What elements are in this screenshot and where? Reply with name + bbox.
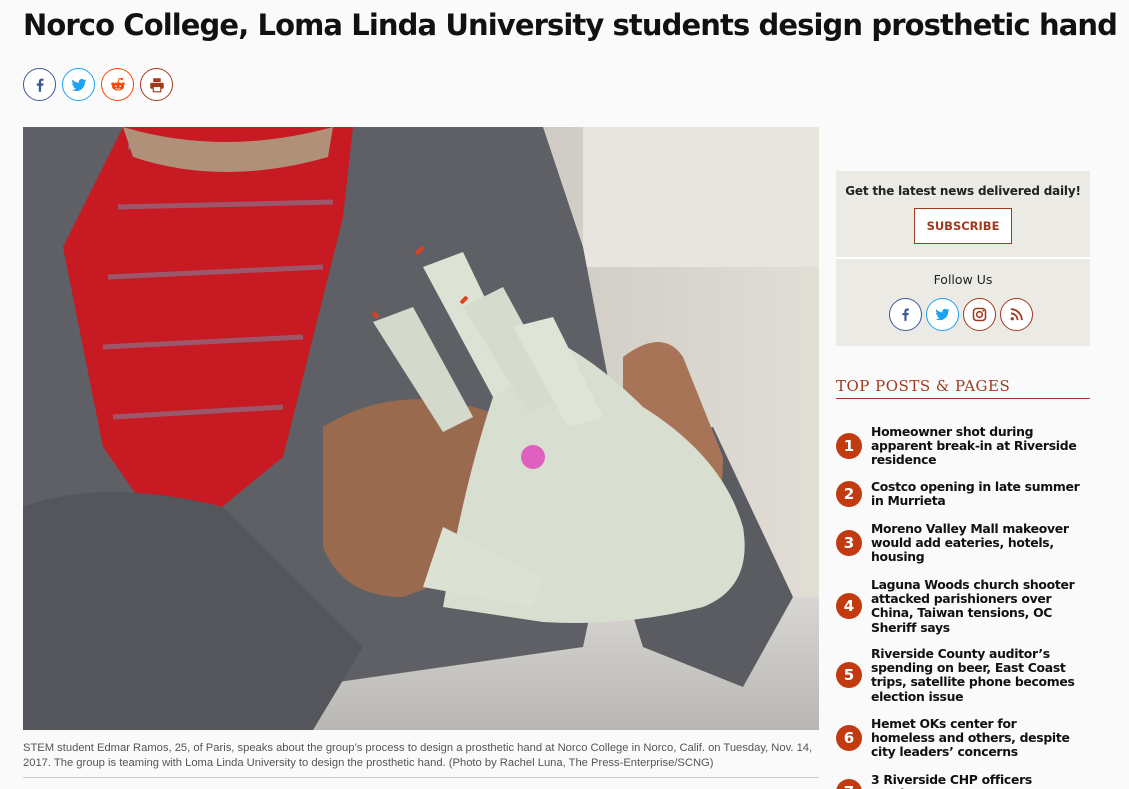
top-post-item[interactable]: 7 3 Riverside CHP officers receive: [836, 772, 1090, 789]
print-button[interactable]: [140, 68, 173, 101]
post-title-link[interactable]: Hemet OKs center for homeless and others…: [871, 716, 1081, 760]
follow-us-title: Follow Us: [933, 272, 993, 287]
share-reddit-button[interactable]: [101, 68, 134, 101]
facebook-icon: [36, 78, 44, 92]
post-rank-badge: 3: [836, 530, 862, 557]
follow-rss-button[interactable]: [1000, 298, 1033, 331]
top-post-item[interactable]: 3 Moreno Valley Mall makeover would add …: [836, 521, 1090, 565]
follow-instagram-button[interactable]: [963, 298, 996, 331]
follow-twitter-button[interactable]: [926, 298, 959, 331]
post-rank-badge: 2: [836, 481, 862, 508]
share-facebook-button[interactable]: [23, 68, 56, 101]
article-photo: [23, 127, 819, 730]
top-post-item[interactable]: 5 Riverside County auditor’s spending on…: [836, 646, 1090, 704]
reddit-icon: [110, 77, 125, 91]
share-bar: [23, 68, 173, 101]
post-title-link[interactable]: Moreno Valley Mall makeover would add ea…: [871, 521, 1081, 565]
top-post-item[interactable]: 2 Costco opening in late summer in Murri…: [836, 479, 1090, 508]
post-rank-badge: 1: [836, 433, 862, 460]
post-rank-badge: 7: [836, 779, 862, 789]
post-rank-badge: 6: [836, 725, 862, 752]
newsletter-prompt: Get the latest news delivered daily!: [845, 184, 1081, 198]
top-post-item[interactable]: 6 Hemet OKs center for homeless and othe…: [836, 716, 1090, 760]
share-twitter-button[interactable]: [62, 68, 95, 101]
rss-icon: [1010, 308, 1023, 321]
newsletter-follow-box: Get the latest news delivered daily! SUB…: [836, 171, 1090, 346]
caption-divider: [23, 777, 819, 778]
subscribe-button[interactable]: SUBSCRIBE: [914, 208, 1012, 244]
post-rank-badge: 5: [836, 662, 862, 689]
follow-facebook-button[interactable]: [889, 298, 922, 331]
instagram-icon: [972, 307, 987, 322]
sidebar-divider: [836, 257, 1090, 259]
print-icon: [149, 77, 164, 92]
follow-us-icons: [889, 298, 1033, 331]
post-title-link[interactable]: Laguna Woods church shooter attacked par…: [871, 577, 1081, 635]
twitter-icon: [935, 308, 950, 321]
post-title-link[interactable]: 3 Riverside CHP officers receive: [871, 772, 1081, 789]
photo-caption: STEM student Edmar Ramos, 25, of Paris, …: [23, 742, 813, 769]
post-rank-badge: 4: [836, 593, 862, 620]
post-title-link[interactable]: Riverside County auditor’s spending on b…: [871, 646, 1081, 704]
twitter-icon: [71, 78, 86, 91]
top-post-item[interactable]: 1 Homeowner shot during apparent break-i…: [836, 424, 1090, 468]
post-title-link[interactable]: Costco opening in late summer in Murriet…: [871, 479, 1081, 508]
top-posts-heading: TOP POSTS & PAGES: [836, 377, 1090, 399]
post-title-link[interactable]: Homeowner shot during apparent break-in …: [871, 424, 1081, 468]
article-headline: Norco College, Loma Linda University stu…: [23, 8, 1118, 42]
facebook-icon: [902, 308, 909, 321]
top-post-item[interactable]: 4 Laguna Woods church shooter attacked p…: [836, 577, 1090, 635]
